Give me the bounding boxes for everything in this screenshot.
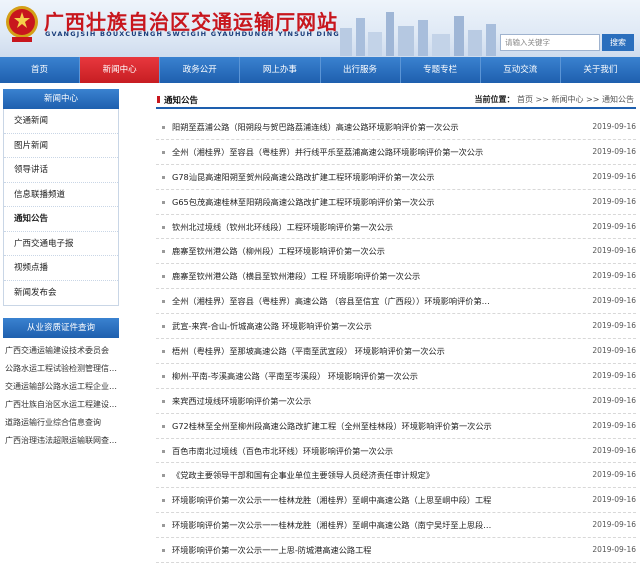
notice-title-link[interactable]: 梧州（粤桂界）至那坡高速公路（平南至武宣段） 环境影响评价第一次公示 — [172, 339, 445, 364]
notice-title-link[interactable]: 百色市南北过境线（百色市北环线）环境影响评价第一次公示 — [172, 439, 393, 464]
main-content: 通知公告 当前位置： 首页 >> 新闻中心 >> 通知公告 阳朔至荔浦公路（阳朔… — [156, 89, 636, 564]
breadcrumb-path[interactable]: 首页 >> 新闻中心 >> 通知公告 — [517, 95, 634, 104]
list-item[interactable]: G72桂林至全州至柳州段高速公路改扩建工程（全州至桂林段）环境影响评价第一次公示… — [156, 414, 636, 439]
nav-item-government-affairs[interactable]: 政务公开 — [160, 57, 241, 83]
notice-date: 2019-09-16 — [592, 221, 636, 231]
sidebar-item[interactable]: 图片新闻 — [4, 134, 118, 158]
list-item[interactable]: 环境影响评价第一次公示一一桂林龙胜（湘桂界）至峒中高速公路（南宁吴圩至上思段… 2… — [156, 513, 636, 539]
notice-date: 2019-09-16 — [592, 395, 636, 405]
search-input[interactable]: 请输入关键字 — [500, 34, 600, 51]
site-subtitle: GVANGJSIH BOUXCUENGH SWCIGIH GYAUHDUNGH … — [45, 30, 347, 38]
main-nav: 首页 新闻中心 政务公开 网上办事 出行服务 专题专栏 互动交流 关于我们 — [0, 57, 640, 83]
notice-date: 2019-09-16 — [592, 470, 636, 480]
notice-date: 2019-09-16 — [592, 495, 636, 505]
notice-date: 2019-09-16 — [592, 246, 636, 256]
page-title: 通知公告 — [156, 96, 199, 106]
sidebar-item[interactable]: 领导讲话 — [4, 158, 118, 183]
nav-item-news[interactable]: 新闻中心 — [80, 57, 161, 83]
notice-title-link[interactable]: G78汕昆高速阳朔至贺州段高速公路改扩建工程环境影响评价第一次公示 — [172, 165, 434, 190]
notice-title-link[interactable]: 鹿寨至钦州港公路（横县至钦州港段）工程 环境影响评价第一次公示 — [172, 264, 420, 289]
notice-date: 2019-09-16 — [592, 445, 636, 455]
nav-item-home[interactable]: 首页 — [0, 57, 81, 83]
qualification-link[interactable]: 广西交通运输建设技术委员会 — [3, 342, 119, 360]
nav-item-special-topics[interactable]: 专题专栏 — [401, 57, 481, 83]
qualification-link[interactable]: 广西壮族自治区水运工程建设… — [3, 396, 119, 414]
sidebar-item[interactable]: 交通新闻 — [4, 109, 118, 134]
notice-title-link[interactable]: 柳州-平南-岑溪高速公路（平南至岑溪段） 环境影响评价第一次公示 — [172, 364, 418, 389]
notice-date: 2019-09-16 — [592, 146, 636, 156]
list-item[interactable]: 全州（湘桂界）至容县（粤桂界）高速公路 （容县至信宜（广西段））环境影响评价第…… — [156, 289, 636, 315]
list-item[interactable]: 钦州北过境线（钦州北环线段）工程环境影响评价第一次公示 2019-09-16 — [156, 215, 636, 240]
notice-title-link[interactable]: 环境影响评价第一次公示一一上思-防城港高速公路工程 — [172, 538, 371, 563]
list-item[interactable]: 阳朔至荔浦公路（阳朔段与贺巴路荔浦连线）高速公路环境影响评价第一次公示 2019-… — [156, 115, 636, 140]
qualification-link[interactable]: 广西治理违法超限运输联网查… — [3, 432, 119, 450]
notice-title-link[interactable]: 环境影响评价第一次公示一一桂林龙胜（湘桂界）至峒中高速公路（上思至峒中段）工程 — [172, 488, 491, 513]
notice-date: 2019-09-16 — [592, 420, 636, 430]
breadcrumb: 当前位置： 首页 >> 新闻中心 >> 通知公告 — [474, 94, 634, 105]
notice-date: 2019-09-16 — [592, 346, 636, 356]
list-item[interactable]: 全州（湘桂界）至容县（粤桂界）并行线平乐至荔浦高速公路环境影响评价第一次公示 20… — [156, 140, 636, 165]
site-header: 广西壮族自治区交通运输厅网站 GVANGJSIH BOUXCUENGH SWCI… — [0, 0, 640, 57]
search-button[interactable]: 搜索 — [602, 34, 634, 51]
notice-date: 2019-09-16 — [592, 321, 636, 331]
sidebar-item-active[interactable]: 通知公告 — [4, 207, 118, 232]
qualification-heading: 从业资质证件查询 — [3, 318, 119, 338]
notice-date: 2019-09-16 — [592, 122, 636, 131]
city-skyline-image — [340, 12, 496, 56]
notice-date: 2019-09-16 — [592, 370, 636, 380]
notice-title-link[interactable]: 来宾西过境线环境影响评价第一次公示 — [172, 389, 311, 414]
nav-item-about[interactable]: 关于我们 — [561, 57, 640, 83]
list-item[interactable]: G65包茂高速桂林至阳朔段高速公路改扩建工程环境影响评价第一次公示 2019-09… — [156, 190, 636, 215]
notice-date: 2019-09-16 — [592, 271, 636, 281]
notice-date: 2019-09-16 — [592, 196, 636, 206]
sidebar-item[interactable]: 广西交通电子报 — [4, 232, 118, 256]
notice-title-link[interactable]: 全州（湘桂界）至容县（粤桂界）高速公路 （容县至信宜（广西段））环境影响评价第… — [172, 289, 490, 314]
qualification-links: 广西交通运输建设技术委员会 公路水运工程试验检测管理信… 交通运输部公路水运工程… — [3, 338, 119, 450]
sidebar-item[interactable]: 信息联播频道 — [4, 183, 118, 207]
list-item[interactable]: 武宣-来宾-合山-忻城高速公路 环境影响评价第一次公示 2019-09-16 — [156, 314, 636, 340]
notice-date: 2019-09-16 — [592, 520, 636, 530]
list-item[interactable]: 《党政主要领导干部和国有企事业单位主要领导人员经济责任审计规定》 2019-09-… — [156, 463, 636, 489]
notice-title-link[interactable]: 全州（湘桂界）至容县（粤桂界）并行线平乐至荔浦高速公路环境影响评价第一次公示 — [172, 140, 483, 165]
notice-title-link[interactable]: 环境影响评价第一次公示一一桂林龙胜（湘桂界）至峒中高速公路（南宁吴圩至上思段… — [172, 513, 491, 538]
list-item[interactable]: 百色市南北过境线（百色市北环线）环境影响评价第一次公示 2019-09-16 — [156, 439, 636, 464]
section-header: 通知公告 当前位置： 首页 >> 新闻中心 >> 通知公告 — [156, 89, 636, 109]
sidebar-item[interactable]: 视频点播 — [4, 256, 118, 281]
national-emblem-icon — [6, 6, 38, 42]
notice-title-link[interactable]: 《党政主要领导干部和国有企事业单位主要领导人员经济责任审计规定》 — [172, 463, 434, 488]
notice-title-link[interactable]: 钦州北过境线（钦州北环线段）工程环境影响评价第一次公示 — [172, 215, 393, 240]
notice-title-link[interactable]: 阳朔至荔浦公路（阳朔段与贺巴路荔浦连线）高速公路环境影响评价第一次公示 — [172, 115, 459, 140]
notice-list: 阳朔至荔浦公路（阳朔段与贺巴路荔浦连线）高速公路环境影响评价第一次公示 2019-… — [156, 115, 636, 564]
sidebar-list: 交通新闻 图片新闻 领导讲话 信息联播频道 通知公告 广西交通电子报 视频点播 … — [3, 109, 119, 306]
qualification-link[interactable]: 交通运输部公路水运工程企业… — [3, 378, 119, 396]
list-item[interactable]: 鹿寨至钦州港公路（柳州段）工程环境影响评价第一次公示 2019-09-16 — [156, 239, 636, 265]
sidebar-heading: 新闻中心 — [3, 89, 119, 109]
nav-item-travel-services[interactable]: 出行服务 — [321, 57, 401, 83]
list-item[interactable]: 梧州（粤桂界）至那坡高速公路（平南至武宣段） 环境影响评价第一次公示 2019-0… — [156, 339, 636, 364]
nav-item-online-services[interactable]: 网上办事 — [240, 57, 321, 83]
list-item[interactable]: 环境影响评价第一次公示一一上思-防城港高速公路工程 2019-09-16 — [156, 538, 636, 564]
notice-date: 2019-09-16 — [592, 171, 636, 181]
list-item[interactable]: 柳州-平南-岑溪高速公路（平南至岑溪段） 环境影响评价第一次公示 2019-09-… — [156, 364, 636, 389]
qualification-link[interactable]: 公路水运工程试验检测管理信… — [3, 360, 119, 378]
list-item[interactable]: 来宾西过境线环境影响评价第一次公示 2019-09-16 — [156, 389, 636, 414]
breadcrumb-label: 当前位置： — [474, 95, 515, 104]
nav-item-interaction[interactable]: 互动交流 — [481, 57, 561, 83]
notice-date: 2019-09-16 — [592, 545, 636, 555]
notice-title-link[interactable]: G65包茂高速桂林至阳朔段高速公路改扩建工程环境影响评价第一次公示 — [172, 190, 434, 215]
list-item[interactable]: G78汕昆高速阳朔至贺州段高速公路改扩建工程环境影响评价第一次公示 2019-09… — [156, 165, 636, 190]
sidebar-item[interactable]: 新闻发布会 — [4, 281, 118, 306]
list-item[interactable]: 环境影响评价第一次公示一一桂林龙胜（湘桂界）至峒中高速公路（上思至峒中段）工程 2… — [156, 488, 636, 514]
notice-title-link[interactable]: 武宣-来宾-合山-忻城高速公路 环境影响评价第一次公示 — [172, 314, 372, 339]
notice-title-link[interactable]: G72桂林至全州至柳州段高速公路改扩建工程（全州至桂林段）环境影响评价第一次公示 — [172, 414, 492, 439]
sidebar: 新闻中心 交通新闻 图片新闻 领导讲话 信息联播频道 通知公告 广西交通电子报 … — [3, 89, 119, 450]
list-item[interactable]: 鹿寨至钦州港公路（横县至钦州港段）工程 环境影响评价第一次公示 2019-09-1… — [156, 264, 636, 290]
qualification-link[interactable]: 道路运输行业综合信息查询 — [3, 414, 119, 432]
notice-date: 2019-09-16 — [592, 296, 636, 306]
notice-title-link[interactable]: 鹿寨至钦州港公路（柳州段）工程环境影响评价第一次公示 — [172, 239, 385, 264]
